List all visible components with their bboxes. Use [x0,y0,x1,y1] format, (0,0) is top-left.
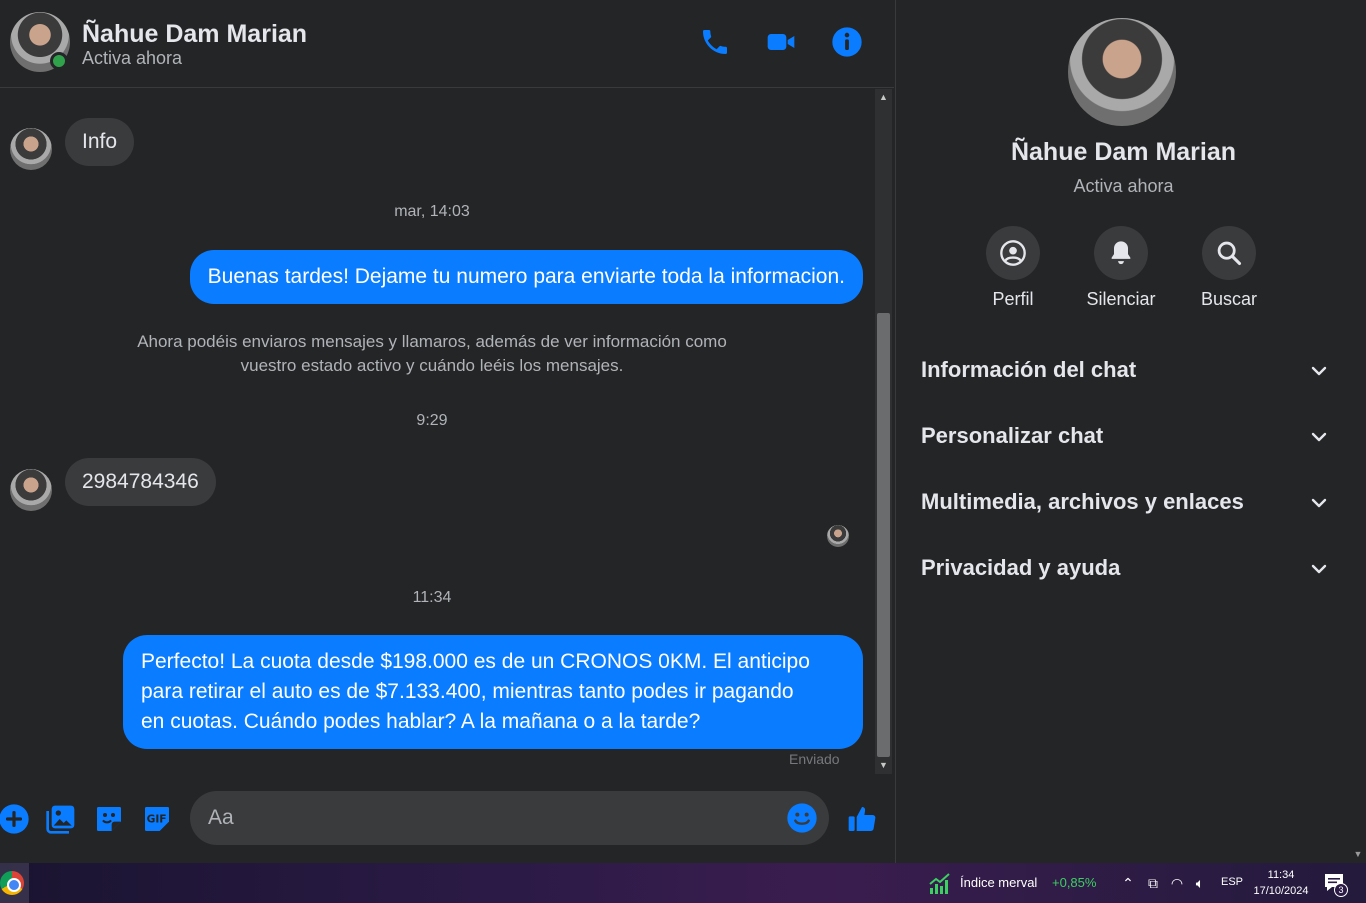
profile-action-label: Perfil [992,289,1034,309]
messenger-app: Ñahue Dam Marian Activa ahora Info mar, … [0,0,1366,863]
widget-value: +0,85% [1052,875,1097,890]
conversation-info-panel: Ñahue Dam Marian Activa ahora Perfil Sil… [895,0,1366,863]
section-title: Privacidad y ayuda [921,555,1121,580]
widget-label[interactable]: Índice merval [960,875,1037,890]
message-timestamp: mar, 14:03 [394,203,470,220]
profile-action[interactable]: Perfil [963,226,1063,310]
chevron-down-icon [1311,564,1327,574]
section-customize-chat[interactable]: Personalizar chat [921,417,1331,457]
clock-date: 17/10/2024 [1253,885,1309,897]
chat-pane: Ñahue Dam Marian Activa ahora Info mar, … [0,0,894,863]
chevron-up-icon[interactable]: ⌃ [1118,873,1138,893]
attach-photo-button[interactable] [44,802,78,836]
video-call-button[interactable] [763,24,799,60]
info-contact-avatar[interactable] [1068,18,1176,126]
profile-icon [1000,240,1026,266]
bell-icon [1111,241,1131,265]
sticker-button[interactable] [92,802,126,836]
connection-notice: Ahora podéis enviaros mensajes y llamaro… [100,330,764,378]
chevron-down-icon [1311,498,1327,508]
meet-now-icon[interactable]: ⧉ [1143,873,1163,893]
more-actions-button[interactable] [0,802,31,836]
stock-chart-icon[interactable] [928,872,952,894]
sticker-icon [97,807,121,831]
section-title: Información del chat [921,357,1137,382]
windows-taskbar: Índice merval +0,85% ⌃ ⧉ ◠ 🔈︎ ESP 11:34 … [0,863,1366,903]
seen-receipt-avatar [827,525,849,547]
message-line: para retirar el auto es de $7.133.400, m… [141,680,794,703]
info-contact-status: Activa ahora [1073,176,1174,196]
mute-action[interactable]: Silenciar [1071,226,1171,310]
section-title: Personalizar chat [921,423,1104,448]
contact-status: Activa ahora [82,48,183,68]
section-title: Multimedia, archivos y enlaces [921,489,1244,514]
thumbs-up-icon [848,807,876,831]
gif-icon: GIF [145,807,169,831]
section-media-files-links[interactable]: Multimedia, archivos y enlaces [921,483,1331,523]
message-composer: GIF [0,774,894,863]
info-contact-name: Ñahue Dam Marian [1010,138,1237,166]
volume-icon[interactable]: 🔈︎ [1190,873,1210,893]
gif-button[interactable]: GIF [140,802,174,836]
message-list[interactable]: Info mar, 14:03 Buenas tardes! Dejame tu… [0,89,874,774]
gallery-icon [46,805,75,834]
search-icon [1217,241,1242,266]
sent-status: Enviado [789,751,840,767]
language-indicator[interactable]: ESP [1221,876,1243,888]
scroll-up-arrow-icon[interactable]: ▲ [875,89,892,106]
message-timestamp: 11:34 [412,589,452,606]
message-timestamp: 9:29 [416,412,448,429]
message-list-scrollbar[interactable]: ▲ ▼ [875,89,892,774]
notice-line: vuestro estado activo y cuándo leéis los… [240,356,624,375]
scroll-down-arrow-icon[interactable]: ▼ [875,757,892,774]
online-status-dot [50,52,68,70]
message-input[interactable] [190,791,770,845]
incoming-message[interactable]: Info [65,118,135,166]
incoming-message[interactable]: 2984784346 [65,458,216,506]
conversation-info-button[interactable] [829,24,865,60]
message-line: en cuotas. Cuándo podes hablar? A la mañ… [141,710,701,733]
chevron-down-icon [1311,366,1327,376]
info-icon [832,27,862,57]
emoji-icon[interactable] [786,802,818,834]
svg-text:GIF: GIF [147,812,167,825]
search-action-label: Buscar [1200,289,1258,309]
message-sender-avatar[interactable] [10,128,52,170]
section-privacy-help[interactable]: Privacidad y ayuda [921,549,1331,589]
mute-action-label: Silenciar [1086,289,1156,309]
message-line: Perfecto! La cuota desde $198.000 es de … [141,650,810,673]
clock-time: 11:34 [1267,869,1295,881]
voice-call-button[interactable] [697,24,733,60]
mute-action-circle [1094,226,1148,280]
phone-icon [703,30,727,54]
chat-header: Ñahue Dam Marian Activa ahora [0,0,894,88]
notice-line: Ahora podéis enviaros mensajes y llamaro… [137,332,727,351]
notification-count-badge: 3 [1334,883,1348,897]
message-sender-avatar[interactable] [10,469,52,511]
chrome-icon[interactable] [0,871,24,895]
message-input-container[interactable] [190,791,829,845]
wifi-icon[interactable]: ◠ [1167,873,1187,893]
section-chat-info[interactable]: Información del chat [921,351,1331,391]
chevron-down-icon [1311,432,1327,442]
outgoing-message[interactable]: Perfecto! La cuota desde $198.000 es de … [123,635,863,749]
plus-circle-icon [0,804,29,834]
video-camera-icon [767,34,795,50]
contact-name[interactable]: Ñahue Dam Marian [82,20,307,49]
outgoing-message[interactable]: Buenas tardes! Dejame tu numero para env… [189,250,863,304]
clock[interactable]: 11:34 17/10/2024 [1250,867,1312,899]
profile-action-circle [986,226,1040,280]
search-action-circle [1202,226,1256,280]
send-like-button[interactable] [845,802,879,836]
scrollbar-thumb[interactable] [877,313,890,757]
search-action[interactable]: Buscar [1179,226,1279,310]
page-scroll-down-arrow-icon[interactable]: ▼ [1350,845,1366,863]
